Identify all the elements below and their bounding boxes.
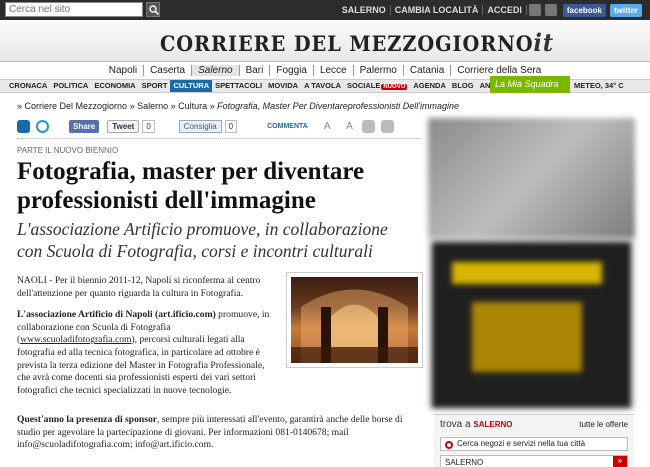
- city-link-corriere-della-sera[interactable]: Corriere della Sera: [451, 65, 547, 76]
- city-link-salerno[interactable]: Salerno: [192, 65, 240, 76]
- facebook-button[interactable]: facebook: [562, 3, 606, 17]
- city-link-bari[interactable]: Bari: [240, 65, 271, 76]
- trova-title: trova a SALERNO: [440, 419, 513, 430]
- print-icon[interactable]: [361, 119, 375, 133]
- section-cultura[interactable]: CULTURA: [170, 80, 213, 92]
- site-logo[interactable]: CORRIERE DEL MEZZOGIORNOit: [160, 28, 554, 57]
- top-bar: SALERNO CAMBIA LOCALITÀ ACCEDI facebook …: [0, 0, 650, 20]
- search-button[interactable]: [146, 2, 160, 17]
- article-paragraph: L'associazione Artificio di Napoli (art.…: [17, 309, 270, 396]
- trova-widget: trova a SALERNO tutte le offerte Cerca n…: [434, 414, 634, 467]
- change-location-link[interactable]: CAMBIA LOCALITÀ: [391, 5, 484, 15]
- article-subheadline: L'associazione Artificio promuove, in co…: [17, 219, 388, 261]
- masthead: CORRIERE DEL MEZZOGIORNOit: [0, 20, 650, 62]
- advertisement[interactable]: [432, 242, 631, 408]
- city-link-palermo[interactable]: Palermo: [354, 65, 404, 76]
- search-icon: [149, 5, 159, 15]
- section-blog[interactable]: BLOG: [449, 80, 477, 92]
- go-button[interactable]: »: [613, 456, 627, 467]
- location-link[interactable]: SALERNO: [338, 5, 391, 15]
- weather-link[interactable]: METEO, 34° C: [574, 81, 624, 90]
- share-button[interactable]: Share: [69, 119, 100, 133]
- location-pin-icon[interactable]: [36, 119, 49, 133]
- city-link-napoli[interactable]: Napoli: [103, 65, 145, 76]
- article-body: NAOLI - Per il biennio 2011-12, Napoli s…: [17, 275, 279, 406]
- rss-icon[interactable]: [544, 4, 557, 16]
- business-search-input[interactable]: Cerca negozi e servizi nella tua città: [440, 437, 628, 451]
- article-headline: Fotografia, master per diventare profess…: [17, 158, 365, 214]
- section-economia[interactable]: ECONOMIA: [91, 80, 138, 92]
- section-spettacoli[interactable]: SPETTACOLI: [212, 80, 265, 92]
- comments-link[interactable]: COMMENTA: [267, 123, 308, 130]
- advertisement-column[interactable]: [428, 118, 635, 410]
- login-link[interactable]: ACCEDI: [483, 5, 527, 15]
- city-link-foggia[interactable]: Foggia: [270, 65, 314, 76]
- city-select[interactable]: SALERNO»: [440, 455, 628, 467]
- article-paragraph: NAOLI - Per il biennio 2011-12, Napoli s…: [17, 275, 261, 299]
- mail-icon[interactable]: [380, 119, 394, 133]
- city-link-caserta[interactable]: Caserta: [144, 65, 193, 76]
- city-link-lecce[interactable]: Lecce: [314, 65, 354, 76]
- section-politica[interactable]: POLITICA: [50, 80, 91, 92]
- article-paragraph: Quest'anno la presenza di sponsor, sempr…: [17, 414, 403, 451]
- scuola-fotografia-link[interactable]: www.scuoladifotografia.com: [20, 334, 131, 345]
- divider: [17, 138, 421, 139]
- audio-icon[interactable]: [17, 119, 30, 133]
- section-cronaca[interactable]: CRONACA: [6, 80, 50, 92]
- breadcrumb-salerno[interactable]: Salerno: [137, 101, 168, 111]
- breadcrumb: » Corriere Del Mezzogiorno » Salerno » C…: [17, 101, 459, 111]
- breadcrumb-current: Fotografia, Master Per Diventareprofessi…: [217, 101, 459, 111]
- mia-squadra-tab[interactable]: La Mia Squadra: [490, 76, 570, 93]
- text-size-tools[interactable]: A A: [324, 121, 360, 132]
- home-icon[interactable]: [528, 4, 541, 16]
- article-kicker: PARTE IL NUOVO BIENNIO: [17, 146, 119, 155]
- social-bar: Share Tweet 0 Consiglia 0 COMMENTA A A: [17, 118, 400, 134]
- search-icon: [445, 441, 453, 449]
- tweet-button[interactable]: Tweet: [107, 119, 140, 133]
- new-badge: NUOVO: [381, 83, 408, 90]
- breadcrumb-cultura[interactable]: Cultura: [178, 101, 207, 111]
- photo-image: [291, 277, 418, 363]
- breadcrumb-home[interactable]: Corriere Del Mezzogiorno: [25, 101, 128, 111]
- facebook-like-count: 0: [224, 119, 238, 133]
- advertisement[interactable]: [428, 118, 635, 238]
- section-sociale[interactable]: SOCIALE NUOVO: [344, 80, 410, 93]
- section-movida[interactable]: MOVIDA: [265, 80, 301, 92]
- section-a-tavola[interactable]: A TAVOLA: [301, 80, 344, 92]
- site-search-input[interactable]: [5, 2, 143, 17]
- article-photo[interactable]: [286, 272, 423, 368]
- twitter-button[interactable]: twitter: [610, 3, 642, 17]
- top-links: SALERNO CAMBIA LOCALITÀ ACCEDI facebook …: [338, 0, 642, 20]
- city-link-catania[interactable]: Catania: [404, 65, 452, 76]
- all-offers-link[interactable]: tutte le offerte: [579, 420, 628, 429]
- facebook-like-button[interactable]: Consiglia: [178, 119, 222, 133]
- section-sport[interactable]: SPORT: [139, 80, 171, 92]
- section-agenda[interactable]: AGENDA: [410, 80, 449, 92]
- tweet-count: 0: [142, 119, 155, 133]
